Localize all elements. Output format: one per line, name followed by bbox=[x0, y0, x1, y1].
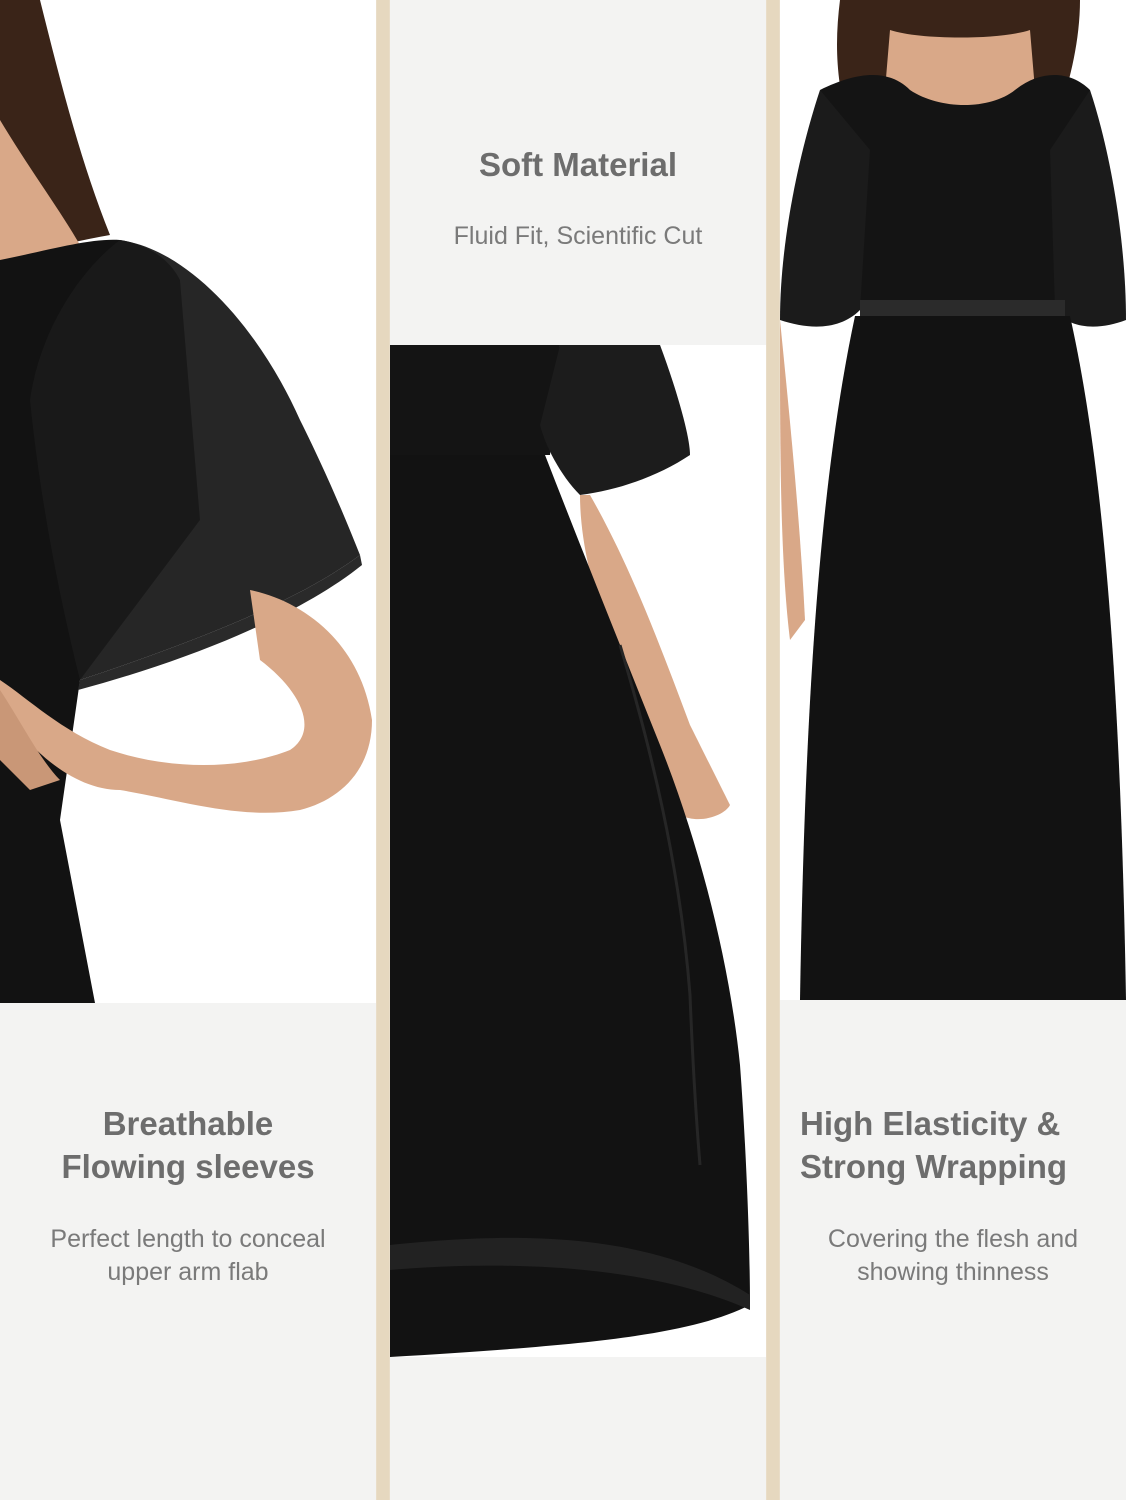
skirt-shape bbox=[800, 316, 1126, 1000]
sleeves-title: Breathable Flowing sleeves bbox=[61, 1105, 315, 1185]
sleeves-text-panel: Breathable Flowing sleeves Perfect lengt… bbox=[0, 1003, 376, 1500]
divider-right bbox=[767, 0, 779, 1500]
skirt-photo bbox=[390, 345, 766, 1357]
feature-column-sleeves: Breathable Flowing sleeves Perfect lengt… bbox=[0, 0, 376, 1500]
divider-left bbox=[377, 0, 389, 1500]
elasticity-subtitle: Covering the flesh and showing thinness bbox=[827, 1225, 1079, 1286]
front-bodice-photo bbox=[780, 0, 1126, 1000]
material-bottom-panel bbox=[390, 1357, 766, 1500]
material-subtitle: Fluid Fit, Scientific Cut bbox=[453, 222, 703, 250]
sleeve-closeup-photo bbox=[0, 0, 376, 1003]
elasticity-text-panel: High Elasticity & Strong Wrapping Coveri… bbox=[780, 1000, 1126, 1500]
material-text-panel: Soft Material Fluid Fit, Scientific Cut bbox=[390, 0, 766, 345]
feature-column-material: Soft Material Fluid Fit, Scientific Cut bbox=[390, 0, 766, 1500]
elasticity-title: High Elasticity & Strong Wrapping bbox=[800, 1105, 1068, 1185]
waist-ribbon-shape bbox=[860, 300, 1065, 316]
bodice-shape bbox=[390, 345, 560, 455]
feature-column-elasticity: High Elasticity & Strong Wrapping Coveri… bbox=[780, 0, 1126, 1500]
material-title: Soft Material bbox=[478, 146, 678, 183]
sleeves-subtitle: Perfect length to conceal upper arm flab bbox=[50, 1225, 326, 1286]
